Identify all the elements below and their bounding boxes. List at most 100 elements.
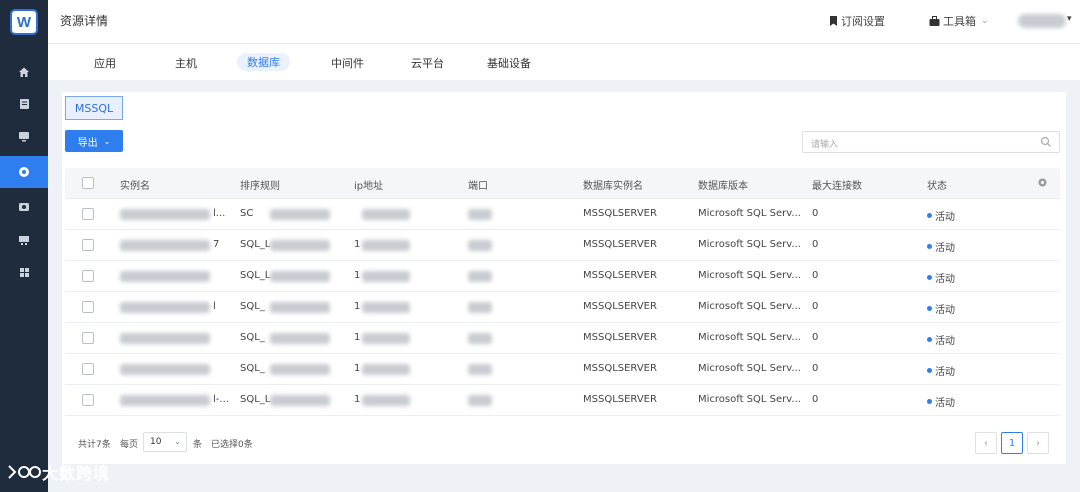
db-instance-name-cell: MSSQLSERVER (583, 208, 657, 219)
table-row[interactable]: 7 SQL_L 1 MSSQLSERVER Microsoft SQL Serv... 0… (65, 230, 1060, 261)
status-dot-icon (927, 306, 932, 311)
db-version-cell: Microsoft SQL Serv... (698, 332, 801, 343)
user-menu-caret-icon[interactable]: ▾ (1067, 14, 1072, 24)
status-badge: 活动 (927, 332, 955, 347)
table-footer: 共计7条 每页 10 ⌄ 条 已选择0条 ‹ 1 › (65, 429, 1060, 457)
column-header[interactable]: 最大连接数 (812, 177, 862, 192)
column-header[interactable]: 排序规则 (240, 177, 280, 192)
page-size-select[interactable]: 10 ⌄ (143, 432, 187, 452)
sidebar: W 大数跨境 (0, 0, 109, 492)
filter-tag-mssql[interactable]: MSSQL (65, 96, 123, 120)
sidebar-item-monitor[interactable] (0, 120, 48, 152)
grid-icon (19, 267, 29, 277)
db-instance-name-cell: MSSQLSERVER (583, 394, 657, 405)
db-version-cell: Microsoft SQL Serv... (698, 239, 801, 250)
max-connections-cell: 0 (812, 239, 819, 250)
sidebar-item-display[interactable] (0, 224, 48, 256)
instance-name-cell: l-... (213, 394, 229, 405)
redacted-instance-name (120, 271, 210, 282)
status-badge: 活动 (927, 301, 955, 316)
tab-database[interactable]: 数据库 (237, 53, 290, 71)
row-checkbox[interactable] (82, 301, 94, 313)
column-header[interactable]: ip地址 (354, 177, 383, 192)
max-connections-cell: 0 (812, 363, 819, 374)
redacted-port (468, 364, 492, 375)
tab-infrastructure[interactable]: 基础设备 (487, 55, 531, 71)
total-count: 共计7条 (78, 440, 111, 450)
redacted-ip-address (362, 395, 410, 406)
subscribe-settings-button[interactable]: 订阅设置 (829, 13, 885, 29)
max-connections-cell: 0 (812, 270, 819, 281)
status-text: 活动 (935, 243, 955, 254)
toolbox-icon (929, 16, 940, 26)
row-checkbox[interactable] (82, 239, 94, 251)
per-page-label: 每页 (120, 440, 139, 450)
search-input[interactable]: 请输入 (802, 131, 1060, 153)
tab-application[interactable]: 应用 (94, 55, 116, 71)
redacted-collation (270, 395, 330, 406)
status-dot-icon (927, 368, 932, 373)
tab-middleware[interactable]: 中间件 (331, 55, 364, 71)
table-row[interactable]: l... SC MSSQLSERVER Microsoft SQL Serv... 0 活… (65, 199, 1060, 230)
monitor-icon (19, 131, 29, 141)
table-row[interactable]: l-... SQL_L 1 MSSQLSERVER Microsoft SQL Serv… (65, 385, 1060, 416)
status-dot-icon (927, 275, 932, 280)
ip-address-cell: 1 (354, 332, 361, 343)
app-logo[interactable]: W (10, 9, 38, 35)
status-text: 活动 (935, 274, 955, 285)
chevron-down-icon: ⌄ (103, 136, 111, 146)
status-badge: 活动 (927, 270, 955, 285)
page-number-button[interactable]: 1 (1001, 432, 1023, 454)
sidebar-item-camera[interactable] (0, 190, 48, 222)
row-checkbox[interactable] (82, 363, 94, 375)
redacted-port (468, 271, 492, 282)
db-version-cell: Microsoft SQL Serv... (698, 270, 801, 281)
table-row[interactable]: l SQL_ 1 MSSQLSERVER Microsoft SQL Serv... 0 活… (65, 292, 1060, 323)
row-checkbox[interactable] (82, 332, 94, 344)
sidebar-item-apps[interactable] (0, 256, 48, 288)
search-icon[interactable] (1040, 136, 1052, 148)
tab-cloud-platform[interactable]: 云平台 (411, 55, 444, 71)
max-connections-cell: 0 (812, 208, 819, 219)
column-header[interactable]: 端口 (468, 177, 488, 192)
table-row[interactable]: SQL_L 1 MSSQLSERVER Microsoft SQL Serv... 0 活… (65, 261, 1060, 292)
user-avatar[interactable] (1018, 14, 1066, 28)
status-dot-icon (927, 244, 932, 249)
sidebar-item-home[interactable] (0, 56, 48, 88)
redacted-instance-name (120, 333, 210, 344)
database-icon (19, 167, 29, 177)
redacted-collation (270, 333, 330, 344)
column-header[interactable]: 数据库版本 (698, 177, 748, 192)
table-row[interactable]: SQL_ 1 MSSQLSERVER Microsoft SQL Serv... 0 活动 (65, 354, 1060, 385)
status-badge: 活动 (927, 239, 955, 254)
row-checkbox[interactable] (82, 208, 94, 220)
redacted-ip-address (362, 240, 410, 251)
select-all-checkbox[interactable] (82, 177, 94, 189)
db-instance-name-cell: MSSQLSERVER (583, 239, 657, 250)
redacted-collation (270, 240, 330, 251)
toolbox-menu[interactable]: 工具箱 ⌄ (929, 13, 989, 29)
export-button[interactable]: 导出 ⌄ (65, 130, 123, 152)
status-text: 活动 (935, 305, 955, 316)
status-text: 活动 (935, 398, 955, 409)
selected-count: 已选择0条 (211, 440, 253, 450)
prev-page-button[interactable]: ‹ (975, 432, 997, 454)
sidebar-item-database[interactable] (0, 156, 48, 188)
table-row[interactable]: SQL_ 1 MSSQLSERVER Microsoft SQL Serv... 0 活动 (65, 323, 1060, 354)
next-page-button[interactable]: › (1027, 432, 1049, 454)
tab-host[interactable]: 主机 (175, 55, 197, 71)
row-checkbox[interactable] (82, 394, 94, 406)
redacted-port (468, 240, 492, 251)
ip-address-cell: 1 (354, 270, 361, 281)
column-header[interactable]: 实例名 (120, 177, 150, 192)
gear-icon[interactable] (1037, 177, 1048, 188)
ip-address-cell: 1 (354, 394, 361, 405)
bookmark-icon (830, 16, 837, 26)
column-header[interactable]: 状态 (927, 177, 947, 192)
db-version-cell: Microsoft SQL Serv... (698, 394, 801, 405)
row-checkbox[interactable] (82, 270, 94, 282)
ip-address-cell: 1 (354, 301, 361, 312)
column-header[interactable]: 数据库实例名 (583, 177, 643, 192)
sidebar-item-documents[interactable] (0, 88, 48, 120)
redacted-collation (270, 302, 330, 313)
